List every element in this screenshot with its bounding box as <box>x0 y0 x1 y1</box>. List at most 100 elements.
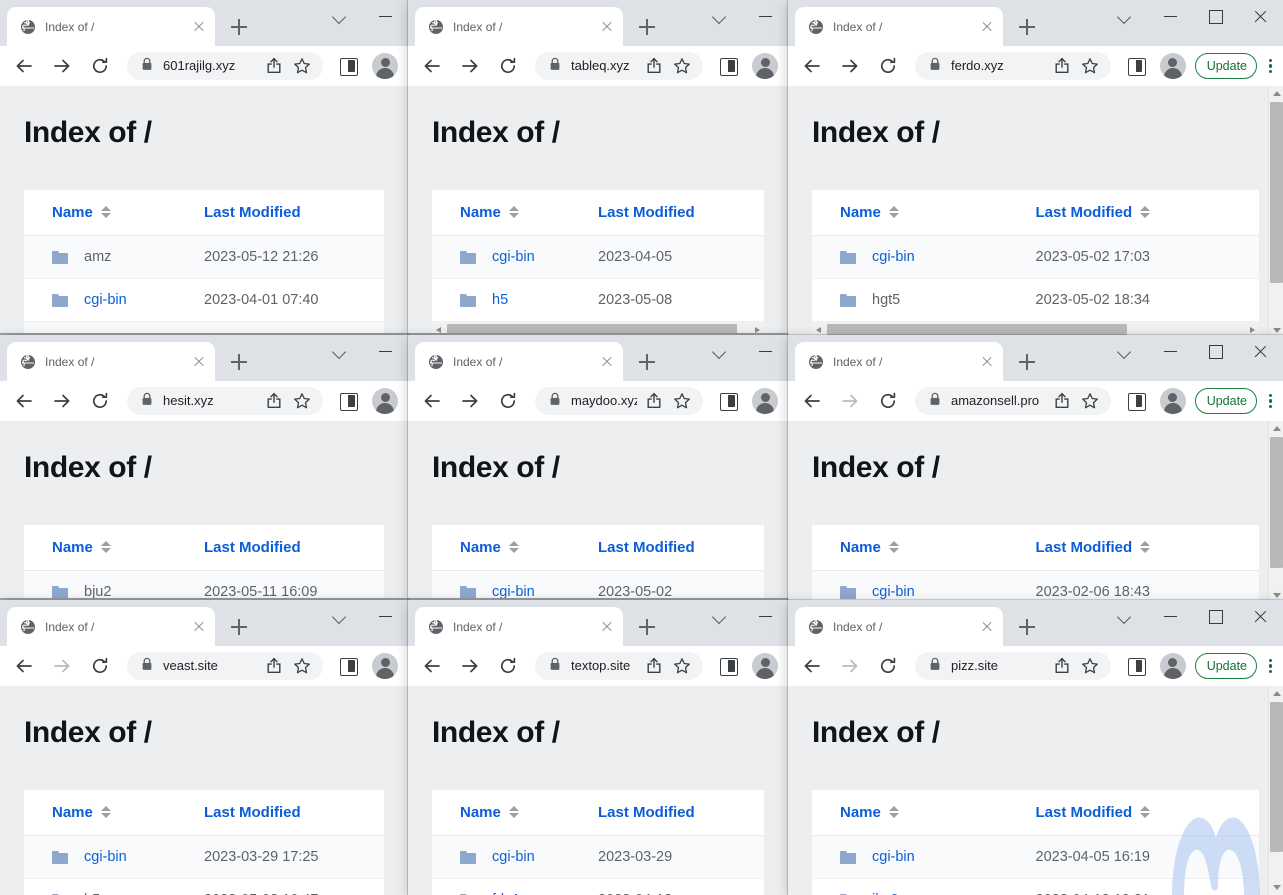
scroll-thumb[interactable] <box>827 324 1127 335</box>
share-icon[interactable] <box>1051 55 1073 77</box>
scroll-thumb[interactable] <box>447 324 737 333</box>
vertical-scrollbar[interactable] <box>1268 86 1283 338</box>
share-icon[interactable] <box>643 390 665 412</box>
side-panel-icon[interactable] <box>334 387 362 415</box>
kebab-menu-icon[interactable] <box>1264 56 1278 76</box>
avatar-icon[interactable] <box>1159 653 1186 679</box>
column-header-last-modified[interactable]: Last Modified <box>1035 190 1259 236</box>
scroll-thumb-vertical[interactable] <box>1270 702 1283 852</box>
column-header-name[interactable]: Name <box>432 190 598 236</box>
browser-tab[interactable]: Index of / <box>7 342 215 381</box>
sort-arrows-icon[interactable] <box>100 805 111 819</box>
browser-tab[interactable]: Index of / <box>7 7 215 46</box>
minimize-icon[interactable] <box>363 600 408 632</box>
side-panel-icon[interactable] <box>334 52 362 80</box>
side-panel-icon[interactable] <box>1122 387 1150 415</box>
side-panel-icon[interactable] <box>334 652 362 680</box>
share-icon[interactable] <box>1051 390 1073 412</box>
entry-name[interactable]: cgi-bin <box>872 584 915 600</box>
kebab-menu-icon[interactable] <box>1264 391 1278 411</box>
address-bar[interactable]: amazonsell.pro <box>915 387 1111 415</box>
browser-tab[interactable]: Index of / <box>7 607 215 646</box>
star-icon[interactable] <box>1079 55 1101 77</box>
column-header-last-modified[interactable]: Last Modified <box>204 790 384 836</box>
back-arrow-icon[interactable] <box>417 386 447 416</box>
forward-arrow-icon[interactable] <box>47 386 77 416</box>
sort-arrows-icon[interactable] <box>508 540 519 554</box>
scroll-down-arrow[interactable] <box>1269 880 1283 895</box>
avatar-icon[interactable] <box>752 653 778 679</box>
minimize-icon[interactable] <box>1148 335 1193 367</box>
entry-name[interactable]: cgi-bin <box>492 249 535 265</box>
reload-icon[interactable] <box>493 651 523 681</box>
sort-arrows-icon[interactable] <box>1140 205 1151 219</box>
star-icon[interactable] <box>671 655 693 677</box>
avatar-icon[interactable] <box>372 653 398 679</box>
close-icon[interactable] <box>599 354 615 370</box>
sort-arrows-icon[interactable] <box>508 805 519 819</box>
entry-name[interactable]: cgi-bin <box>84 849 127 865</box>
entry-name[interactable]: cgi-bin <box>84 292 127 308</box>
vertical-scrollbar[interactable] <box>1268 421 1283 603</box>
address-bar[interactable]: 601rajilg.xyz <box>127 52 323 80</box>
update-button[interactable]: Update <box>1194 53 1257 79</box>
column-header-name[interactable]: Name <box>812 525 1036 571</box>
plus-icon[interactable] <box>1014 349 1040 375</box>
chevron-down-icon[interactable] <box>1103 335 1148 367</box>
star-icon[interactable] <box>671 390 693 412</box>
address-bar[interactable]: textop.site <box>535 652 703 680</box>
address-bar[interactable]: pizz.site <box>915 652 1111 680</box>
close-icon[interactable] <box>979 354 995 370</box>
column-header-name[interactable]: Name <box>432 525 598 571</box>
forward-arrow-icon[interactable] <box>835 651 865 681</box>
chevron-down-icon[interactable] <box>318 335 363 367</box>
plus-icon[interactable] <box>226 614 252 640</box>
forward-arrow-icon[interactable] <box>455 386 485 416</box>
avatar-icon[interactable] <box>1159 53 1186 79</box>
browser-tab[interactable]: Index of / <box>415 7 623 46</box>
maximize-icon[interactable] <box>1193 335 1238 367</box>
sort-arrows-icon[interactable] <box>888 205 899 219</box>
column-header-name[interactable]: Name <box>24 525 204 571</box>
sort-arrows-icon[interactable] <box>1140 540 1151 554</box>
share-icon[interactable] <box>263 390 285 412</box>
star-icon[interactable] <box>291 55 313 77</box>
chevron-down-icon[interactable] <box>698 335 743 367</box>
chevron-down-icon[interactable] <box>318 600 363 632</box>
share-icon[interactable] <box>263 655 285 677</box>
entry-name[interactable]: h5 <box>492 292 508 308</box>
browser-tab[interactable]: Index of / <box>415 342 623 381</box>
address-bar[interactable]: tableq.xyz <box>535 52 703 80</box>
vertical-scrollbar[interactable] <box>1268 686 1283 895</box>
side-panel-icon[interactable] <box>714 52 742 80</box>
sort-arrows-icon[interactable] <box>888 805 899 819</box>
update-button[interactable]: Update <box>1194 388 1257 414</box>
minimize-icon[interactable] <box>743 335 788 367</box>
avatar-icon[interactable] <box>752 388 778 414</box>
forward-arrow-icon[interactable] <box>47 51 77 81</box>
entry-name[interactable]: cgi-bin <box>492 584 535 598</box>
plus-icon[interactable] <box>634 614 660 640</box>
sort-arrows-icon[interactable] <box>888 540 899 554</box>
back-arrow-icon[interactable] <box>417 51 447 81</box>
side-panel-icon[interactable] <box>714 387 742 415</box>
star-icon[interactable] <box>1079 655 1101 677</box>
horizontal-scrollbar[interactable] <box>432 322 764 333</box>
close-window-icon[interactable] <box>1238 335 1283 367</box>
column-header-name[interactable]: Name <box>24 190 204 236</box>
chevron-down-icon[interactable] <box>698 600 743 632</box>
star-icon[interactable] <box>291 390 313 412</box>
star-icon[interactable] <box>291 655 313 677</box>
side-panel-icon[interactable] <box>1122 652 1150 680</box>
side-panel-icon[interactable] <box>714 652 742 680</box>
minimize-icon[interactable] <box>1148 600 1193 632</box>
chevron-down-icon[interactable] <box>318 0 363 32</box>
sort-arrows-icon[interactable] <box>100 540 111 554</box>
entry-name[interactable]: cgi-bin <box>492 849 535 865</box>
address-bar[interactable]: ferdo.xyz <box>915 52 1111 80</box>
close-window-icon[interactable] <box>1238 600 1283 632</box>
sort-arrows-icon[interactable] <box>100 205 111 219</box>
column-header-name[interactable]: Name <box>812 790 1036 836</box>
share-icon[interactable] <box>643 55 665 77</box>
sort-arrows-icon[interactable] <box>508 205 519 219</box>
